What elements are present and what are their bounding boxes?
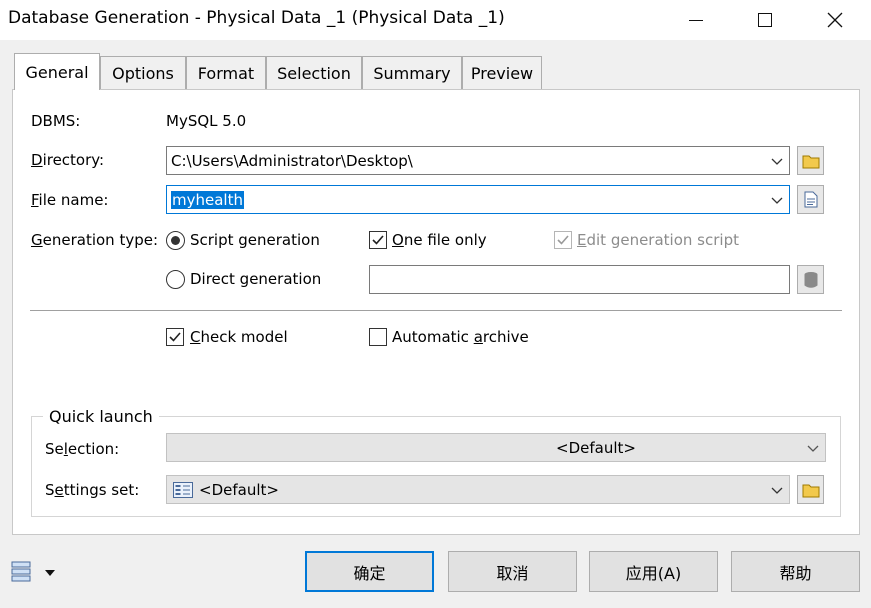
directory-combo[interactable]: C:\Users\Administrator\Desktop\: [166, 146, 790, 175]
selection-label: Selection:: [45, 440, 120, 458]
tab-selection[interactable]: Selection: [266, 56, 362, 89]
script-generation-label[interactable]: Script generation: [190, 231, 320, 249]
generation-type-label: Generation type:: [31, 231, 159, 249]
cancel-button[interactable]: 取消: [448, 551, 577, 592]
separator: [30, 310, 842, 311]
file-properties-button[interactable]: [797, 185, 824, 214]
radio-dot: [171, 236, 180, 245]
filename-combo[interactable]: myhealth: [166, 185, 790, 214]
directory-label: Directory:: [31, 151, 105, 169]
tab-format[interactable]: Format: [186, 56, 266, 89]
check-model-label[interactable]: Check model: [190, 328, 288, 346]
chevron-down-icon: [771, 197, 783, 204]
browse-directory-button[interactable]: [797, 146, 824, 175]
maximize-button[interactable]: [742, 0, 788, 40]
model-icon: [11, 561, 31, 582]
settings-set-combo[interactable]: <Default>: [166, 475, 790, 504]
close-icon: [827, 12, 843, 28]
dropdown-arrow-icon: [45, 570, 55, 576]
directory-value: C:\Users\Administrator\Desktop\: [171, 151, 413, 170]
help-button[interactable]: 帮助: [731, 551, 860, 592]
ok-button[interactable]: 确定: [305, 551, 434, 592]
check-icon: [169, 332, 181, 342]
direct-generation-radio[interactable]: [166, 270, 185, 289]
filename-label: File name:: [31, 191, 109, 209]
close-button[interactable]: [812, 0, 858, 40]
edit-generation-script-label[interactable]: Edit generation script: [577, 231, 739, 249]
minimize-icon: [689, 19, 703, 21]
settings-set-value: <Default>: [199, 480, 279, 499]
settings-list-icon: [173, 481, 193, 498]
folder-icon: [802, 155, 819, 168]
settings-set-label: Settings set:: [45, 481, 140, 499]
selection-combo[interactable]: <Default>: [166, 433, 826, 462]
one-file-only-label[interactable]: One file only: [392, 231, 487, 249]
window-title: Database Generation - Physical Data _1 (…: [8, 8, 505, 28]
selection-value: <Default>: [556, 438, 636, 457]
quick-launch-title: Quick launch: [43, 407, 159, 426]
database-icon: [804, 271, 817, 288]
edit-generation-script-checkbox[interactable]: [554, 231, 572, 249]
direct-generation-field[interactable]: [369, 265, 790, 294]
model-menu-button[interactable]: [11, 560, 61, 586]
maximize-icon: [758, 13, 772, 27]
tab-general[interactable]: General: [14, 53, 100, 90]
chevron-down-icon: [807, 445, 819, 452]
title-bar: Database Generation - Physical Data _1 (…: [0, 0, 871, 40]
folder-icon: [802, 484, 819, 497]
dbms-value: MySQL 5.0: [166, 112, 247, 130]
dbms-label: DBMS:: [31, 112, 81, 130]
check-icon: [557, 235, 569, 245]
apply-button[interactable]: 应用(A): [589, 551, 718, 592]
direct-generation-label[interactable]: Direct generation: [190, 270, 321, 288]
filename-value: myhealth: [171, 190, 244, 209]
document-icon: [804, 191, 817, 208]
minimize-button[interactable]: [673, 0, 719, 40]
automatic-archive-label[interactable]: Automatic archive: [392, 328, 529, 346]
chevron-down-icon: [771, 487, 783, 494]
one-file-only-checkbox[interactable]: [369, 231, 387, 249]
automatic-archive-checkbox[interactable]: [369, 328, 387, 346]
tab-options[interactable]: Options: [100, 56, 186, 89]
check-model-checkbox[interactable]: [166, 328, 184, 346]
chevron-down-icon: [771, 158, 783, 165]
tab-summary[interactable]: Summary: [362, 56, 462, 89]
check-icon: [372, 235, 384, 245]
browse-settings-button[interactable]: [797, 475, 824, 504]
script-generation-radio[interactable]: [166, 231, 185, 250]
data-source-button[interactable]: [797, 265, 824, 294]
tab-preview[interactable]: Preview: [462, 56, 542, 89]
